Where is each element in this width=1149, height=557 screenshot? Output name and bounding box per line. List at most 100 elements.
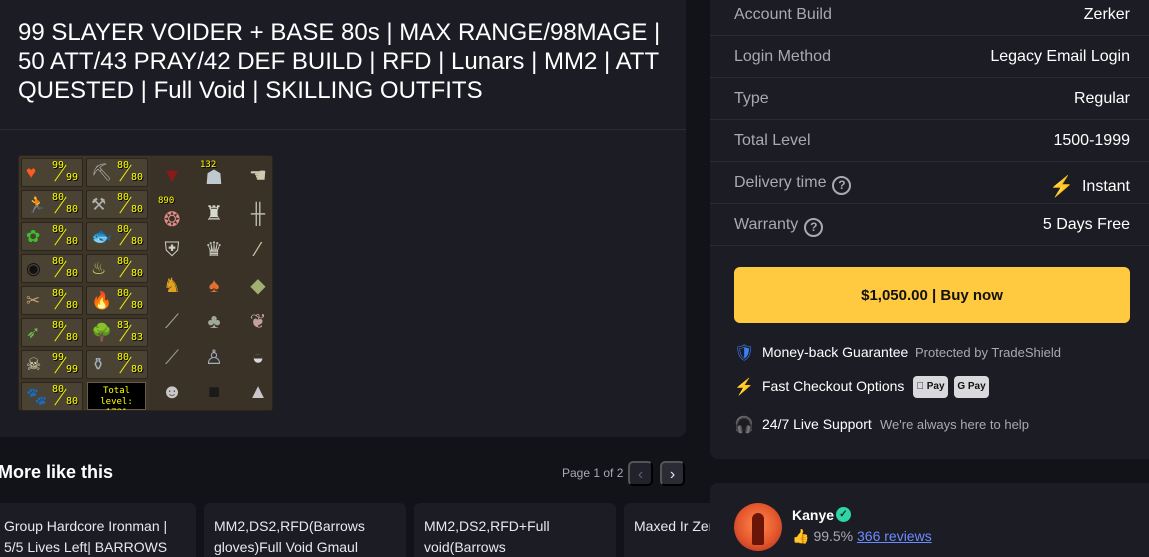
seller-rating: 👍 99.5% xyxy=(792,528,853,545)
detail-key: Login Method xyxy=(734,48,831,65)
woodcutting-icon: 🌳 xyxy=(91,323,113,342)
detail-value: Regular xyxy=(1073,90,1130,107)
skill-max-level: 80 xyxy=(131,236,144,247)
agility-icon: 🏃 xyxy=(26,195,48,214)
feature-subtitle: Protected by TradeShield xyxy=(915,345,1061,360)
skill-tile[interactable]: ⚱ 80 80 xyxy=(86,350,148,379)
hunter-icon: 🐾 xyxy=(26,387,48,406)
skill-max-level: 80 xyxy=(131,268,144,279)
shield-check-icon: 🛡 xyxy=(734,345,755,362)
fletching-icon: ➶ xyxy=(26,323,41,342)
skill-max-level: 80 xyxy=(66,204,79,215)
skill-tile[interactable]: ✂ 80 80 xyxy=(21,286,83,315)
mask-icon: ☻ xyxy=(161,381,183,403)
detail-key-label: Warranty xyxy=(734,216,799,233)
seller-name[interactable]: Kanye xyxy=(792,507,834,523)
more-like-this-heading: More like this xyxy=(0,462,114,482)
detail-key: Total Level xyxy=(734,132,811,149)
avatar[interactable] xyxy=(734,503,782,551)
stack-count: 132 xyxy=(200,160,217,170)
detail-key-label: Delivery time xyxy=(734,174,827,191)
armour-icon: ♙ xyxy=(205,347,223,369)
skill-tile[interactable]: ⛏ 80 80 xyxy=(86,158,148,187)
avatar-figure xyxy=(752,513,764,545)
feature-title: 24/7 Live Support xyxy=(762,416,872,432)
detail-value: 1500-1999 xyxy=(1053,132,1130,149)
skill-max-level: 80 xyxy=(66,236,79,247)
body-armour-icon: ♜ xyxy=(205,203,223,225)
mining-icon: ⛏ xyxy=(91,163,113,182)
listing-card[interactable]: Group Hardcore Ironman | 5/5 Lives Left|… xyxy=(0,503,196,557)
apple-pay-label: Pay xyxy=(921,381,945,392)
robe-bottom-icon: ▲ xyxy=(248,381,268,403)
skill-tile[interactable]: 🌳 83 83 xyxy=(86,318,148,347)
gem-icon: ◆ xyxy=(250,275,266,297)
detail-key: Warranty? xyxy=(734,216,824,237)
robe-icon: ♣ xyxy=(207,311,221,333)
fishing-icon: 🐟 xyxy=(91,227,113,246)
skill-max-level: 80 xyxy=(66,332,79,343)
detail-value: Legacy Email Login xyxy=(990,48,1130,65)
detail-key: Delivery time? xyxy=(734,174,852,195)
slayer-icon: ☠ xyxy=(26,355,42,374)
hitpoints-icon: ♥ xyxy=(26,163,37,182)
rating-value: 99.5% xyxy=(813,528,854,544)
skill-tile[interactable]: ➶ 80 80 xyxy=(21,318,83,347)
skill-tile[interactable]: 🏃 80 80 xyxy=(21,190,83,219)
total-level-box: Total level: 1781 xyxy=(87,382,146,410)
skill-max-level: 99 xyxy=(66,364,79,375)
account-stats-screenshot[interactable]: ♥ 99 99 ⛏ 80 80 🏃 80 80 ⚒ 80 80 ✿ 80 80 🐟 80 80 ◉ 80 80 ♨ 80 80… xyxy=(18,155,273,411)
detail-row-login-method: Login Method Legacy Email Login xyxy=(710,36,1149,78)
listing-card[interactable]: MM2,DS2,RFD+Full void(Barrows xyxy=(414,503,616,557)
help-icon[interactable]: ? xyxy=(804,218,824,237)
apple-pay-icon:  Pay xyxy=(913,376,948,398)
skill-tile[interactable]: ⚒ 80 80 xyxy=(86,190,148,219)
bolt-item-icon: ⟋ xyxy=(165,311,179,333)
thumbs-up-icon: 👍 xyxy=(792,528,810,544)
skills-grid: ♥ 99 99 ⛏ 80 80 🏃 80 80 ⚒ 80 80 ✿ 80 80 🐟 80 80 ◉ 80 80 ♨ 80 80… xyxy=(21,158,149,410)
skill-tile[interactable]: 🔥 80 80 xyxy=(86,286,148,315)
skill-tile[interactable]: ✿ 80 80 xyxy=(21,222,83,251)
firemaking-icon: 🔥 xyxy=(91,291,113,310)
detail-value: 5 Days Free xyxy=(1042,216,1130,233)
detail-value: ⚡ Instant xyxy=(1049,174,1130,199)
next-page-button[interactable]: › xyxy=(660,461,685,486)
cape-icon: ▼ xyxy=(162,165,182,187)
details-panel: Account Build Zerker Login Method Legacy… xyxy=(710,0,1149,459)
skill-tile[interactable]: ☠ 99 99 xyxy=(21,350,83,379)
listing-card-title: MM2,DS2,RFD(Barrows gloves)Full Void Gma… xyxy=(214,518,365,555)
skill-tile[interactable]: ♥ 99 99 xyxy=(21,158,83,187)
skill-max-level: 80 xyxy=(131,172,144,183)
gloves-icon: ☚ xyxy=(249,165,267,187)
skill-max-level: 80 xyxy=(66,268,79,279)
detail-row-delivery-time: Delivery time? ⚡ Instant xyxy=(710,162,1149,204)
skill-tile[interactable]: 🐟 80 80 xyxy=(86,222,148,251)
total-level-value: 1781 xyxy=(88,408,145,410)
help-icon[interactable]: ? xyxy=(832,176,852,195)
detail-row-total-level: Total Level 1500-1999 xyxy=(710,120,1149,162)
void-helm-icon: ◒ xyxy=(251,347,265,369)
detail-key: Account Build xyxy=(734,6,832,23)
detail-row-warranty: Warranty? 5 Days Free xyxy=(710,204,1149,246)
hat-icon: ♞ xyxy=(163,275,181,297)
listing-card[interactable]: MM2,DS2,RFD(Barrows gloves)Full Void Gma… xyxy=(204,503,406,557)
feature-title: Money-back Guarantee xyxy=(762,344,909,360)
skill-tile[interactable]: ♨ 80 80 xyxy=(86,254,148,283)
fish-item-icon: ❦ xyxy=(249,311,267,333)
reviews-link[interactable]: 366 reviews xyxy=(857,528,932,544)
herblore-icon: ✿ xyxy=(26,227,41,246)
feature-subtitle: We're always here to help xyxy=(880,417,1029,432)
thieving-icon: ◉ xyxy=(26,259,41,278)
headset-icon: 🎧 xyxy=(734,417,754,434)
skill-tile[interactable]: 🐾 80 80 xyxy=(21,382,83,410)
smithing-icon: ⚒ xyxy=(91,195,107,214)
previous-page-button[interactable]: ‹ xyxy=(628,461,653,486)
pagination-text: Page 1 of 2 xyxy=(562,466,624,480)
detail-value: Zerker xyxy=(1083,6,1130,23)
skill-tile[interactable]: ◉ 80 80 xyxy=(21,254,83,283)
skill-max-level: 80 xyxy=(131,204,144,215)
shield-item-icon: ⛨ xyxy=(164,239,180,261)
listing-title: 99 SLAYER VOIDER + BASE 80s | MAX RANGE/… xyxy=(18,19,661,104)
buy-now-button[interactable]: $1,050.00 | Buy now xyxy=(734,267,1130,323)
pouch-icon: ❂ xyxy=(163,209,181,231)
